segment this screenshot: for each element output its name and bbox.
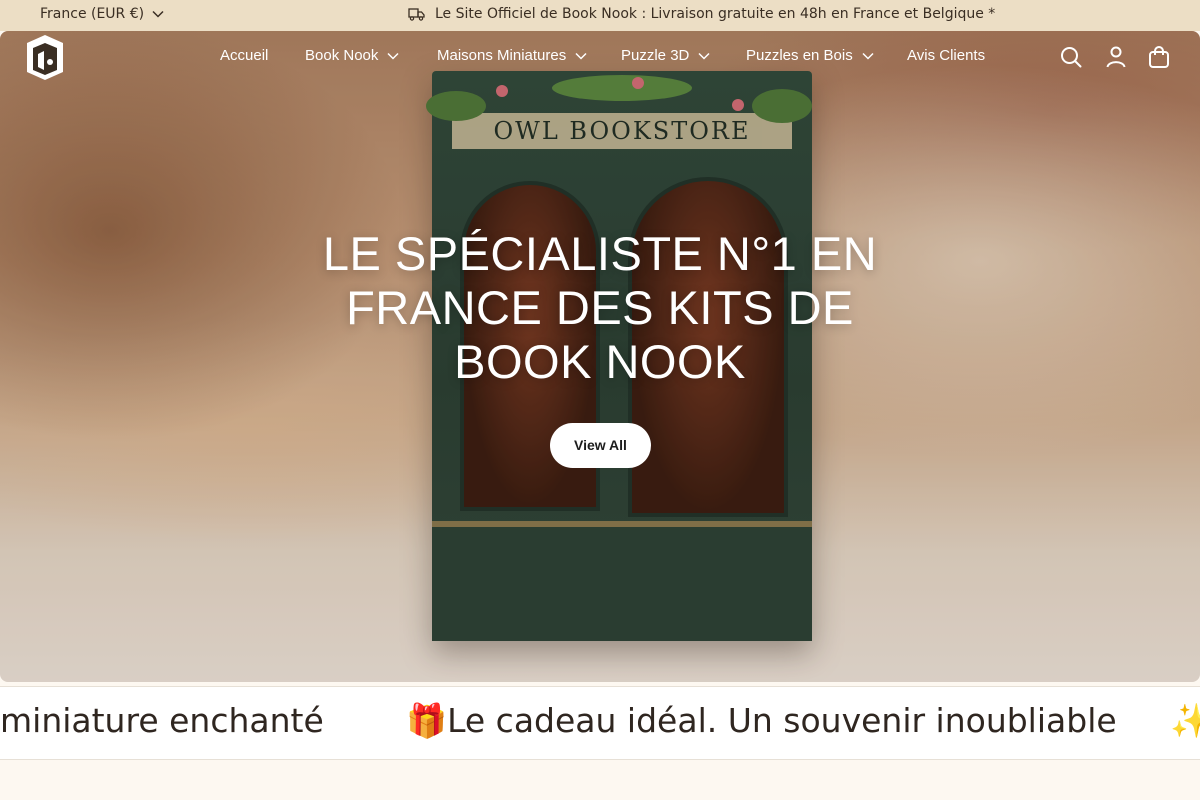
account-icon[interactable]: [1104, 45, 1128, 69]
announcement-text: Le Site Officiel de Book Nook : Livraiso…: [435, 6, 996, 22]
nav-item-label: Puzzles en Bois: [746, 47, 853, 64]
country-selector[interactable]: France (EUR €): [40, 6, 164, 22]
marquee-item: ✨: [1170, 701, 1200, 741]
nav-item-book-nook[interactable]: Book Nook: [305, 47, 399, 64]
chevron-down-icon: [698, 52, 710, 60]
chevron-down-icon: [152, 10, 164, 18]
nav-item-label: Avis Clients: [907, 47, 986, 64]
hero-banner: OWL BOOKSTORE LE SPÉCIALISTE N°1 EN FRAN…: [0, 31, 1200, 682]
announcement: Le Site Officiel de Book Nook : Livraiso…: [408, 6, 995, 22]
view-all-button[interactable]: View All: [550, 423, 651, 468]
announcement-bar: France (EUR €) Le Site Officiel de Book …: [0, 0, 1200, 31]
chevron-down-icon: [387, 52, 399, 60]
nav-item-avis-clients[interactable]: Avis Clients: [907, 47, 985, 64]
page-section-below: [0, 760, 1200, 800]
chevron-down-icon: [575, 52, 587, 60]
book-nook-logo-icon[interactable]: [26, 34, 64, 80]
nav-item-label: Maisons Miniatures: [437, 47, 567, 64]
nav-item-puzzles-en-bois[interactable]: Puzzles en Bois: [746, 47, 874, 64]
cart-icon[interactable]: [1147, 45, 1171, 69]
nav-item-maisons-miniatures[interactable]: Maisons Miniatures: [437, 47, 587, 64]
chevron-down-icon: [862, 52, 874, 60]
nav-item-accueil[interactable]: Accueil: [220, 47, 268, 64]
delivery-truck-icon: [408, 8, 425, 21]
hero-title: LE SPÉCIALISTE N°1 EN FRANCE DES KITS DE…: [322, 227, 878, 388]
nav-item-label: Book Nook: [305, 47, 379, 64]
marquee-item: 🎁Le cadeau idéal. Un souvenir inoubliabl…: [406, 701, 1117, 740]
search-icon[interactable]: [1059, 45, 1083, 69]
nav-item-label: Puzzle 3D: [621, 47, 690, 64]
marquee-item: miniature enchanté: [0, 701, 324, 740]
scrolling-marquee: miniature enchanté 🎁Le cadeau idéal. Un …: [0, 686, 1200, 760]
nav-item-puzzle-3d[interactable]: Puzzle 3D: [621, 47, 710, 64]
nav-item-label: Accueil: [220, 47, 269, 64]
country-label: France (EUR €): [40, 6, 145, 22]
